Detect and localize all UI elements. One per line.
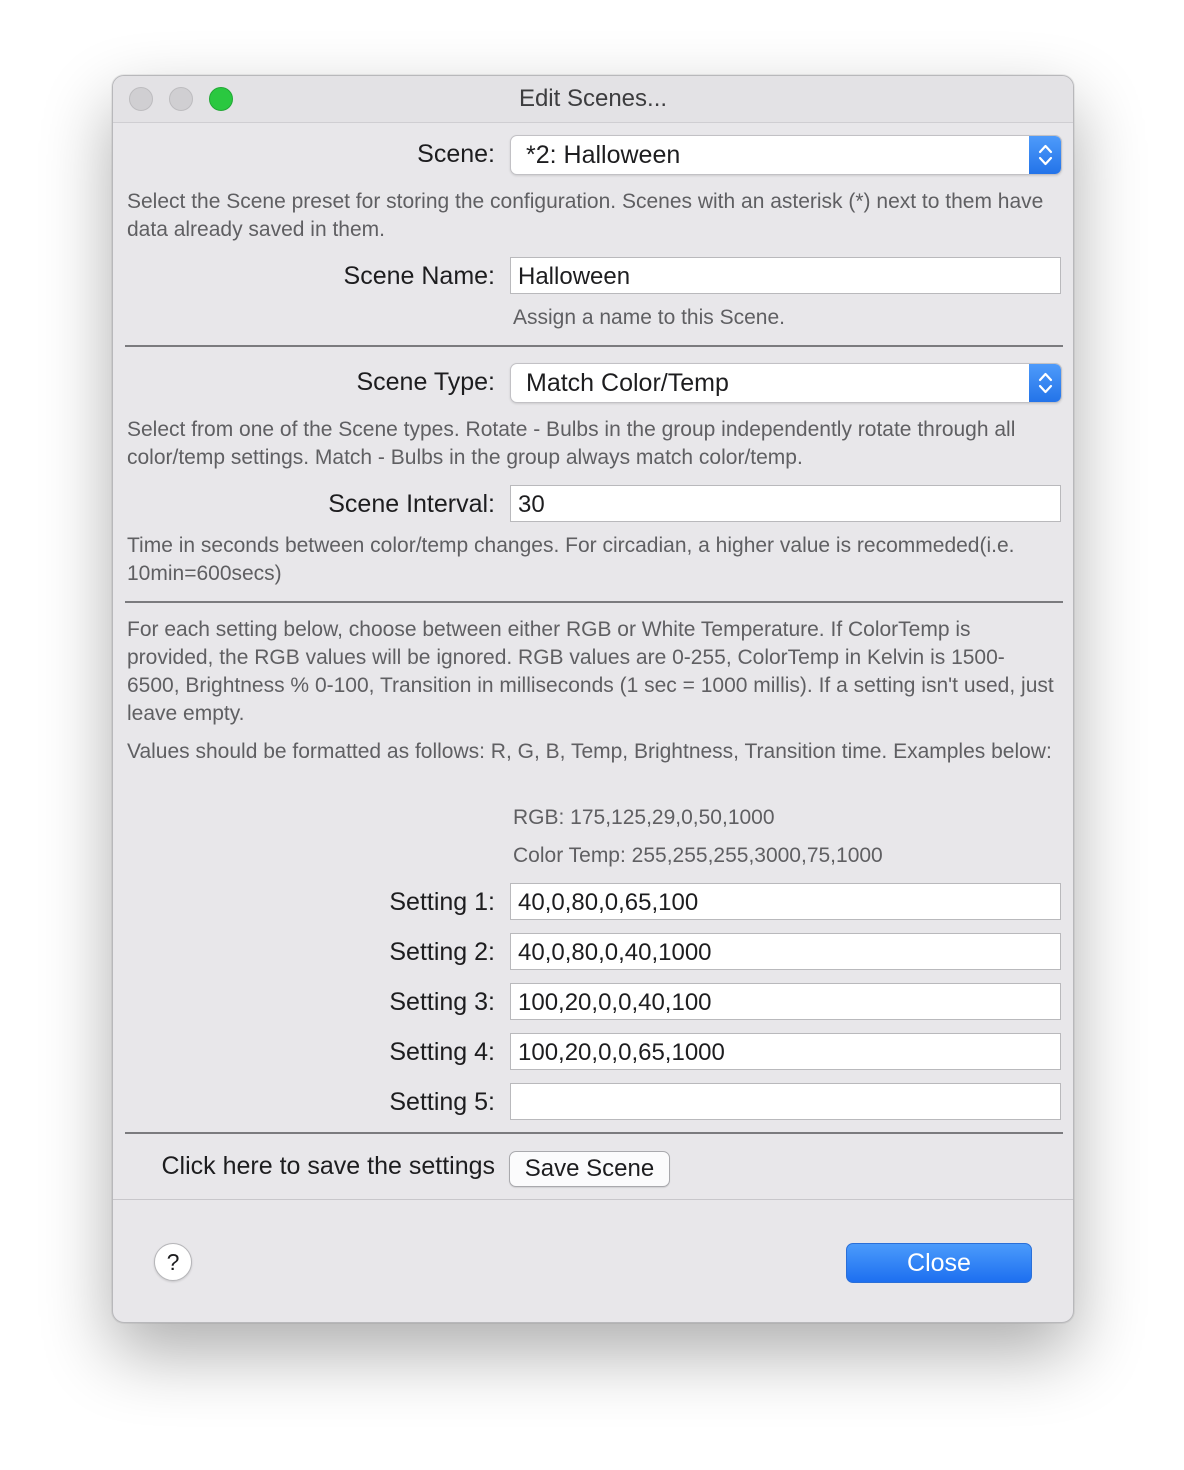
- scene-type-label: Scene Type:: [356, 368, 495, 396]
- separator: [125, 601, 1063, 603]
- separator: [125, 345, 1063, 347]
- example-temp-text: Color Temp: 255,255,255,3000,75,1000: [513, 844, 883, 867]
- settings-format-text: Values should be formatted as follows: R…: [127, 740, 1052, 763]
- setting-2-label: Setting 2:: [389, 938, 495, 966]
- setting-1-label: Setting 1:: [389, 888, 495, 916]
- scene-select-value: *2: Halloween: [526, 141, 681, 169]
- separator: [125, 1132, 1063, 1134]
- scene-name-field[interactable]: Halloween: [510, 257, 1061, 294]
- window-title: Edit Scenes...: [518, 85, 668, 112]
- example-rgb-text: RGB: 175,125,29,0,50,1000: [513, 806, 775, 829]
- close-button[interactable]: Close: [846, 1243, 1032, 1283]
- scene-type-select-value: Match Color/Temp: [526, 369, 729, 397]
- setting-3-label: Setting 3:: [389, 988, 495, 1016]
- setting-4-field[interactable]: 100,20,0,0,65,1000: [510, 1033, 1061, 1070]
- title-bar[interactable]: Edit Scenes...: [113, 76, 1073, 123]
- edit-scenes-window: Edit Scenes... Scene: *2: Halloween Sele…: [112, 75, 1074, 1323]
- scene-select[interactable]: *2: Halloween: [510, 135, 1062, 175]
- scene-interval-help-text: Time in seconds between color/temp chang…: [127, 534, 1015, 585]
- save-settings-label: Click here to save the settings: [161, 1152, 496, 1180]
- scene-interval-field[interactable]: 30: [510, 485, 1061, 522]
- scene-name-label: Scene Name:: [343, 262, 495, 290]
- setting-5-label: Setting 5:: [389, 1088, 495, 1116]
- scene-help-text: Select the Scene preset for storing the …: [127, 190, 1044, 241]
- setting-2-field[interactable]: 40,0,80,0,40,1000: [510, 933, 1061, 970]
- scene-type-help-text: Select from one of the Scene types. Rota…: [127, 418, 1016, 469]
- scene-type-select[interactable]: Match Color/Temp: [510, 363, 1062, 403]
- save-scene-button[interactable]: Save Scene: [509, 1151, 670, 1187]
- scene-interval-label: Scene Interval:: [328, 490, 495, 518]
- updown-chevron-icon: [1029, 364, 1061, 402]
- setting-4-label: Setting 4:: [389, 1038, 495, 1066]
- settings-info-text: For each setting below, choose between e…: [127, 618, 1054, 725]
- scene-label: Scene:: [417, 140, 495, 168]
- help-icon[interactable]: ?: [154, 1243, 192, 1281]
- footer-separator: [113, 1199, 1073, 1200]
- scene-name-help-text: Assign a name to this Scene.: [513, 306, 785, 329]
- setting-3-field[interactable]: 100,20,0,0,40,100: [510, 983, 1061, 1020]
- setting-1-field[interactable]: 40,0,80,0,65,100: [510, 883, 1061, 920]
- setting-5-field[interactable]: [510, 1083, 1061, 1120]
- updown-chevron-icon: [1029, 136, 1061, 174]
